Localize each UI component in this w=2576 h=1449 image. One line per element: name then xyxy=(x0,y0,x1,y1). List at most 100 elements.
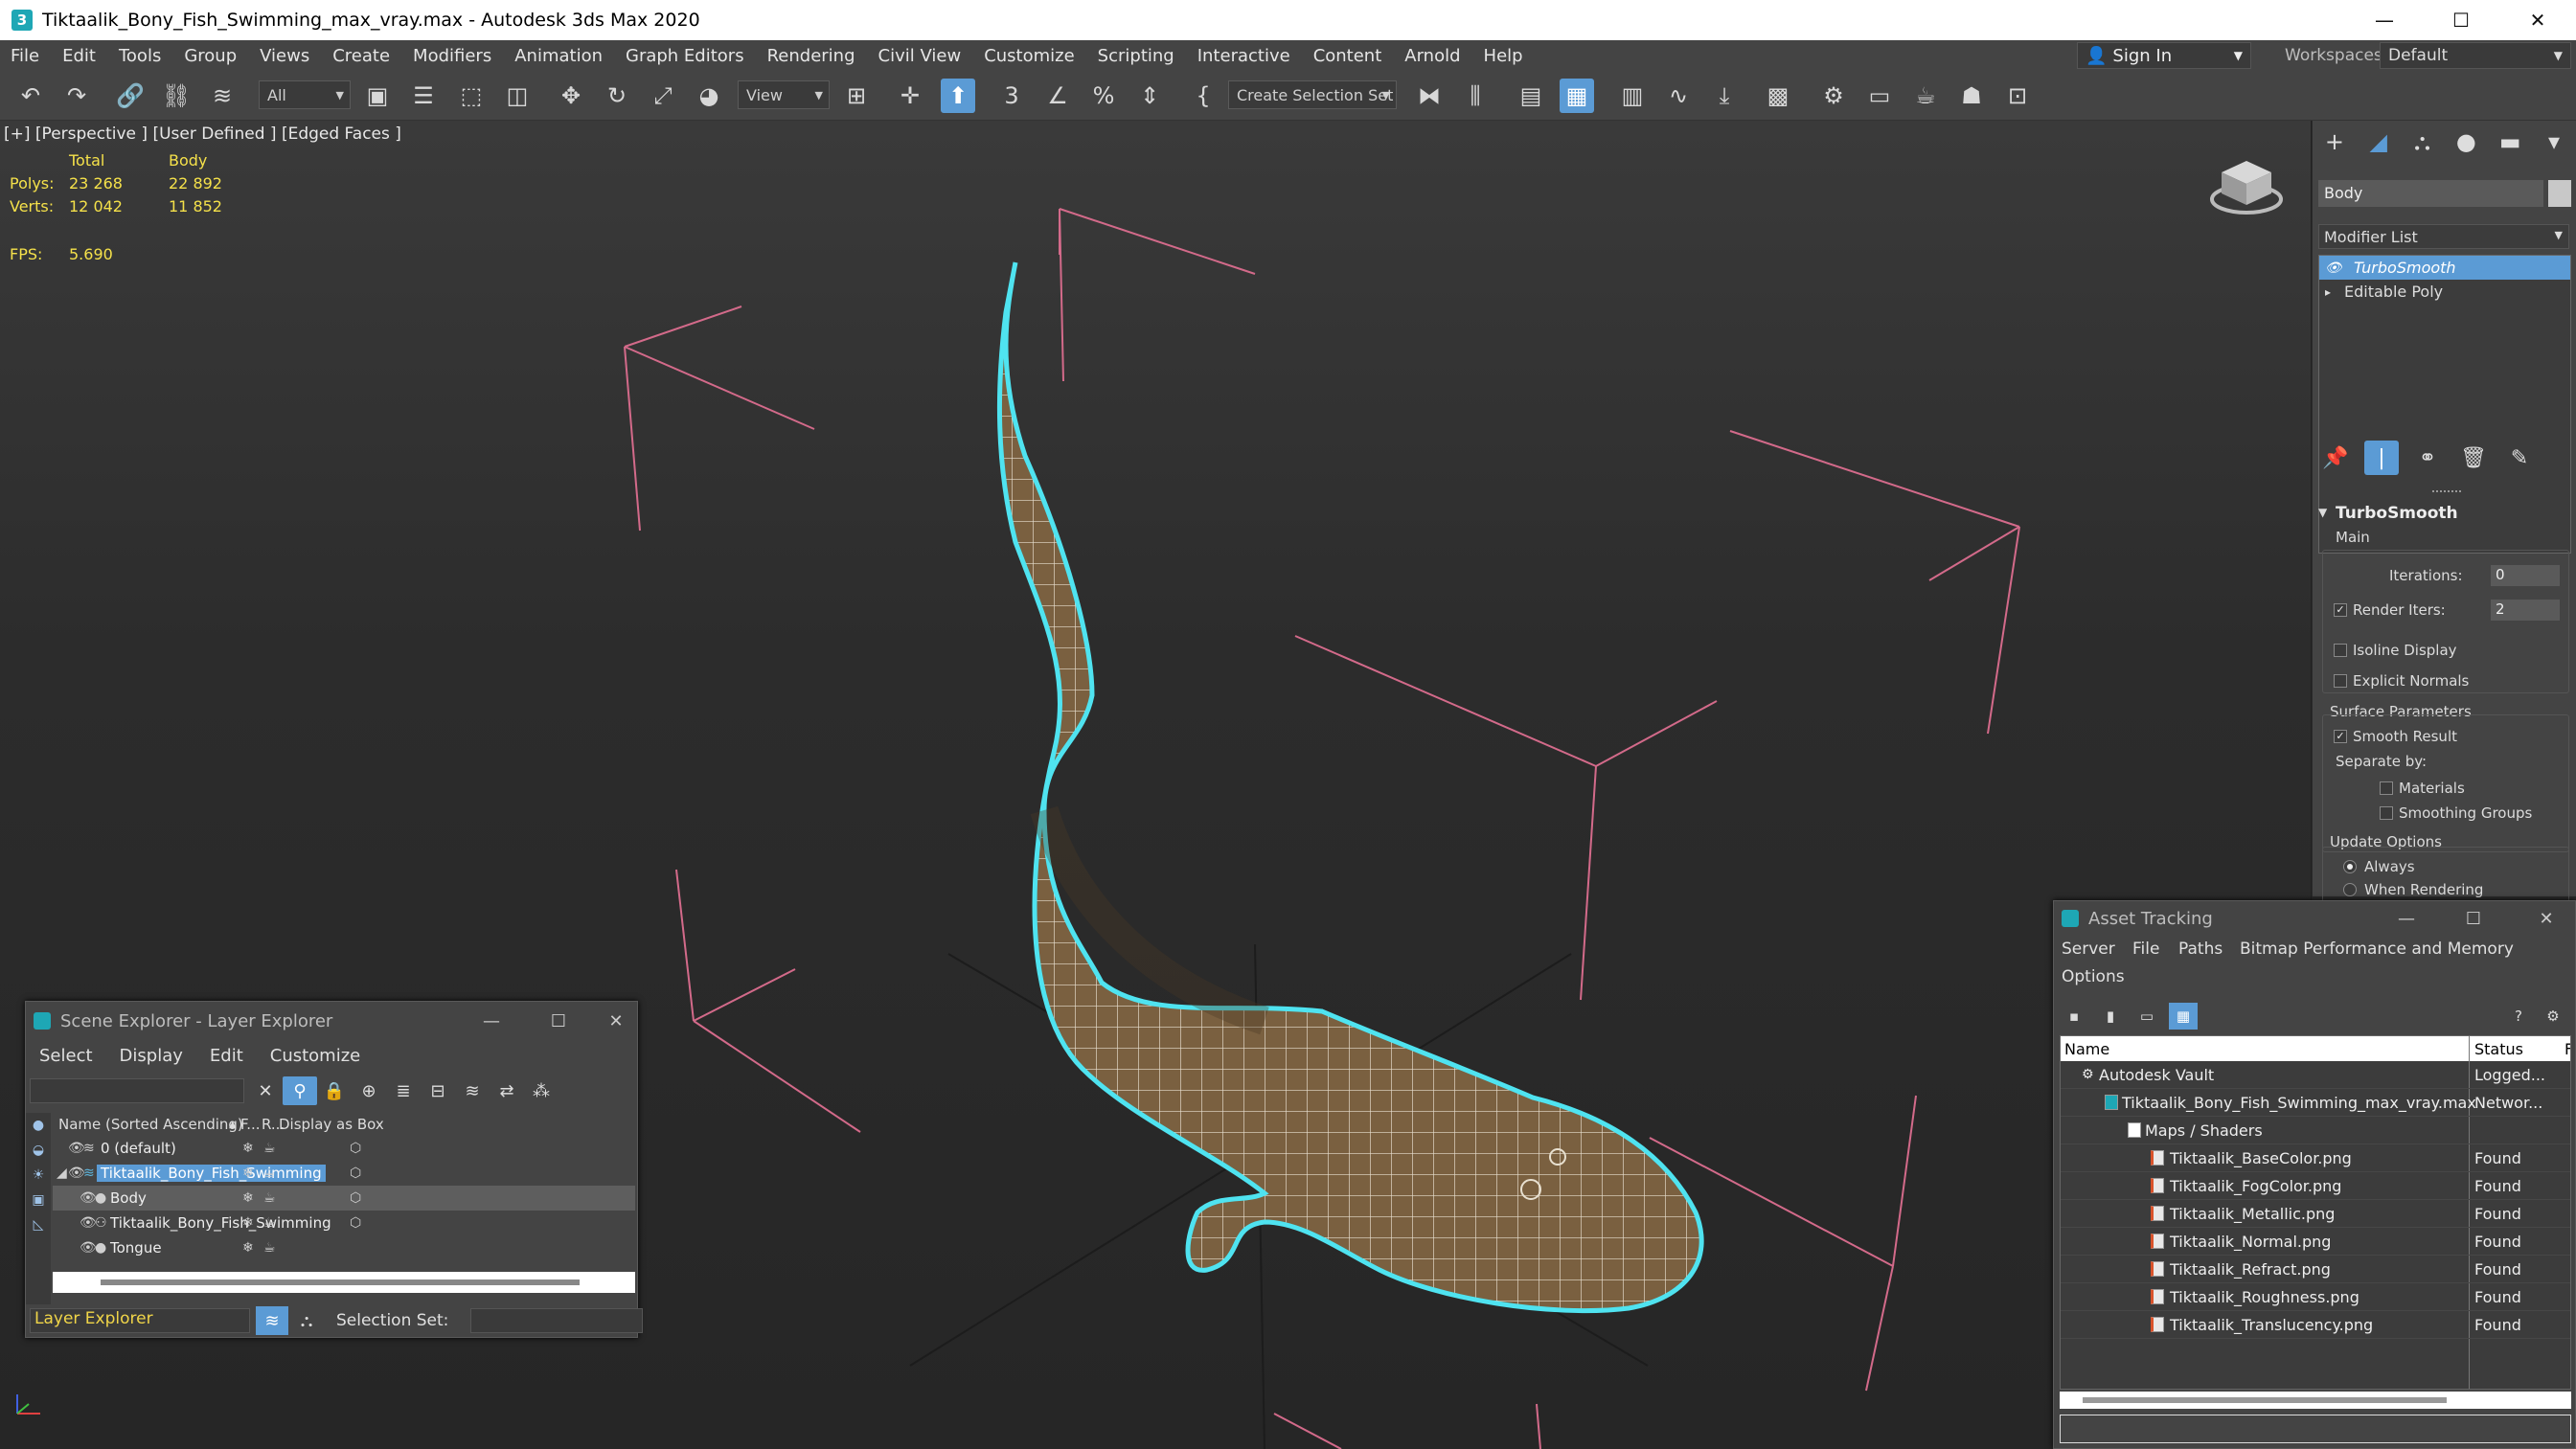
column-name[interactable]: Name (Sorted Ascending) xyxy=(58,1116,243,1133)
render-teapot-icon[interactable]: ☕ xyxy=(263,1166,276,1181)
minimize-button[interactable]: — xyxy=(2346,0,2423,40)
render-setup-icon[interactable]: ⚙ xyxy=(1816,79,1851,113)
hierarchy-explorer-icon[interactable]: ⛬ xyxy=(290,1306,323,1335)
display-all-icon[interactable]: ● xyxy=(26,1113,51,1138)
material-editor-icon[interactable]: ▩ xyxy=(1761,79,1795,113)
spinner-snap-icon[interactable]: ⇕ xyxy=(1132,79,1167,113)
maximize-button[interactable]: ☐ xyxy=(2423,0,2499,40)
menu-file[interactable]: File xyxy=(0,46,52,66)
layer-explorer-icon[interactable]: ≋ xyxy=(256,1306,288,1335)
asset-row[interactable]: Tiktaalik_BaseColor.png Found xyxy=(2061,1144,2570,1172)
tree-row[interactable]: 👁 ● Tongue ❄ ☕ xyxy=(53,1235,635,1260)
display-box-icon[interactable]: ⬡ xyxy=(350,1166,361,1181)
selection-set-dropdown[interactable] xyxy=(470,1308,643,1333)
viewcube-icon[interactable] xyxy=(2208,151,2285,218)
redo-icon[interactable]: ↷ xyxy=(59,79,94,113)
render-teapot-icon[interactable]: ☕ xyxy=(263,1190,276,1206)
settings-icon[interactable]: ⚙ xyxy=(2539,1003,2567,1030)
curve-editor-icon[interactable]: ∿ xyxy=(1661,79,1696,113)
menu-group[interactable]: Group xyxy=(173,46,249,66)
render-teapot-icon[interactable]: ☕ xyxy=(263,1141,276,1156)
menu-display[interactable]: Display xyxy=(106,1046,196,1066)
column-display-as-box[interactable]: Display as Box xyxy=(279,1116,384,1133)
remove-modifier-icon[interactable]: 🗑 xyxy=(2451,441,2496,475)
stack-icon[interactable]: ≋ xyxy=(455,1076,490,1105)
maximize-button[interactable]: ☐ xyxy=(2454,905,2493,932)
menu-options[interactable]: Options xyxy=(2062,967,2125,986)
panel-resize-grip[interactable] xyxy=(2432,490,2461,496)
menu-help[interactable]: Help xyxy=(1473,46,1536,66)
menu-create[interactable]: Create xyxy=(322,46,402,66)
display-helpers-icon[interactable]: ◺ xyxy=(26,1212,51,1237)
rendered-frame-window-icon[interactable]: ▭ xyxy=(1862,79,1897,113)
horizontal-scrollbar[interactable] xyxy=(2060,1392,2571,1409)
search-filter-input[interactable] xyxy=(30,1078,244,1103)
collapse-arrow-icon[interactable]: ◢ xyxy=(57,1166,67,1181)
column-name[interactable]: Name xyxy=(2064,1040,2109,1058)
percent-snap-icon[interactable]: % xyxy=(1086,79,1121,113)
asset-row[interactable]: ⚙ Autodesk Vault Logged... xyxy=(2061,1061,2570,1089)
lock-icon[interactable]: 🔒 xyxy=(317,1076,352,1105)
explicit-normals-checkbox[interactable] xyxy=(2334,674,2347,688)
minimize-button[interactable]: — xyxy=(472,1008,511,1034)
make-unique-icon[interactable]: ⚭ xyxy=(2405,441,2451,475)
show-end-result-icon[interactable]: | xyxy=(2364,441,2399,475)
filter-icon[interactable]: ⚲ xyxy=(283,1076,317,1105)
asset-row[interactable]: Maps / Shaders xyxy=(2061,1117,2570,1144)
stack-item-editable-poly[interactable]: ▸ Editable Poly xyxy=(2319,280,2570,304)
placement-icon[interactable]: ◕ xyxy=(692,79,726,113)
layers-icon[interactable]: ≣ xyxy=(386,1076,421,1105)
freeze-icon[interactable]: ❄ xyxy=(242,1166,254,1181)
configure-modifier-sets-icon[interactable]: ✎ xyxy=(2496,441,2542,475)
asset-path-field[interactable] xyxy=(2060,1415,2571,1443)
align-icon[interactable]: ⫼ xyxy=(1458,79,1493,113)
close-button[interactable]: ✕ xyxy=(597,1008,635,1034)
reference-coordinate-dropdown[interactable]: View ▼ xyxy=(738,80,830,109)
select-object-icon[interactable]: ▣ xyxy=(360,79,395,113)
undo-icon[interactable]: ↶ xyxy=(13,79,48,113)
render-teapot-icon[interactable]: ☕ xyxy=(263,1215,276,1231)
stack-item-turbosmooth[interactable]: 👁 TurboSmooth xyxy=(2319,256,2570,280)
smooth-result-checkbox[interactable]: ✓ xyxy=(2334,730,2347,743)
pin-stack-icon[interactable]: 📌 xyxy=(2313,441,2359,475)
workspace-dropdown[interactable]: Default ▼ xyxy=(2380,42,2571,69)
object-name-field[interactable]: Body xyxy=(2318,180,2543,207)
menu-modifiers[interactable]: Modifiers xyxy=(402,46,504,66)
move-icon[interactable]: ✥ xyxy=(554,79,588,113)
display-box-icon[interactable]: ⬡ xyxy=(350,1141,361,1156)
list-view-icon[interactable]: ▪ xyxy=(2060,1003,2088,1030)
render-activeshade-icon[interactable]: ☗ xyxy=(1954,79,1989,113)
menu-graph-editors[interactable]: Graph Editors xyxy=(615,46,757,66)
freeze-icon[interactable]: ❄ xyxy=(242,1141,254,1156)
rectangular-selection-icon[interactable]: ⬚ xyxy=(454,79,489,113)
menu-tools[interactable]: Tools xyxy=(108,46,173,66)
tree-row[interactable]: 👁 ● Body ❄ ☕ ⬡ xyxy=(53,1186,635,1211)
viewport-label-menu[interactable]: [+] [Perspective ] [User Defined ] [Edge… xyxy=(4,125,401,144)
smoothing-groups-checkbox[interactable] xyxy=(2380,806,2393,820)
when-rendering-radio[interactable] xyxy=(2343,883,2357,896)
select-by-name-icon[interactable]: ☰ xyxy=(406,79,441,113)
render-iters-spinner[interactable]: 2 xyxy=(2491,600,2560,621)
maximize-button[interactable]: ☐ xyxy=(539,1008,578,1034)
clear-filter-icon[interactable]: ✕ xyxy=(248,1076,283,1105)
tree-row[interactable]: 👁 ⚇ Tiktaalik_Bony_Fish_Swimming ❄ ☕ ⬡ xyxy=(53,1211,635,1235)
help-icon[interactable]: ? xyxy=(2504,1003,2533,1030)
column-freeze[interactable]: F... xyxy=(240,1116,261,1133)
render-iters-checkbox[interactable]: ✓ xyxy=(2334,603,2347,617)
options-icon[interactable]: ⁂ xyxy=(524,1076,559,1105)
rotate-icon[interactable]: ↻ xyxy=(600,79,634,113)
menu-interactive[interactable]: Interactive xyxy=(1187,46,1303,66)
create-layer-icon[interactable]: ⊕ xyxy=(352,1076,386,1105)
asset-row[interactable]: Tiktaalik_Normal.png Found xyxy=(2061,1228,2570,1256)
display-box-icon[interactable]: ⬡ xyxy=(350,1215,361,1231)
window-crossing-icon[interactable]: ◫ xyxy=(500,79,535,113)
asset-row[interactable]: Tiktaalik_Metallic.png Found xyxy=(2061,1200,2570,1228)
mirror-icon[interactable]: ⧓ xyxy=(1412,79,1447,113)
menu-select[interactable]: Select xyxy=(26,1046,106,1066)
tree-view-icon[interactable]: ▮ xyxy=(2096,1003,2125,1030)
add-to-layer-icon[interactable]: ⊟ xyxy=(421,1076,455,1105)
asset-row[interactable]: Tiktaalik_FogColor.png Found xyxy=(2061,1172,2570,1200)
edit-named-selection-icon[interactable]: { xyxy=(1186,79,1220,113)
layer-manager-icon[interactable]: ▤ xyxy=(1514,79,1548,113)
tree-row[interactable]: ◢ 👁 ≋ Tiktaalik_Bony_Fish_Swimming ❄ ☕ ⬡ xyxy=(53,1161,635,1186)
